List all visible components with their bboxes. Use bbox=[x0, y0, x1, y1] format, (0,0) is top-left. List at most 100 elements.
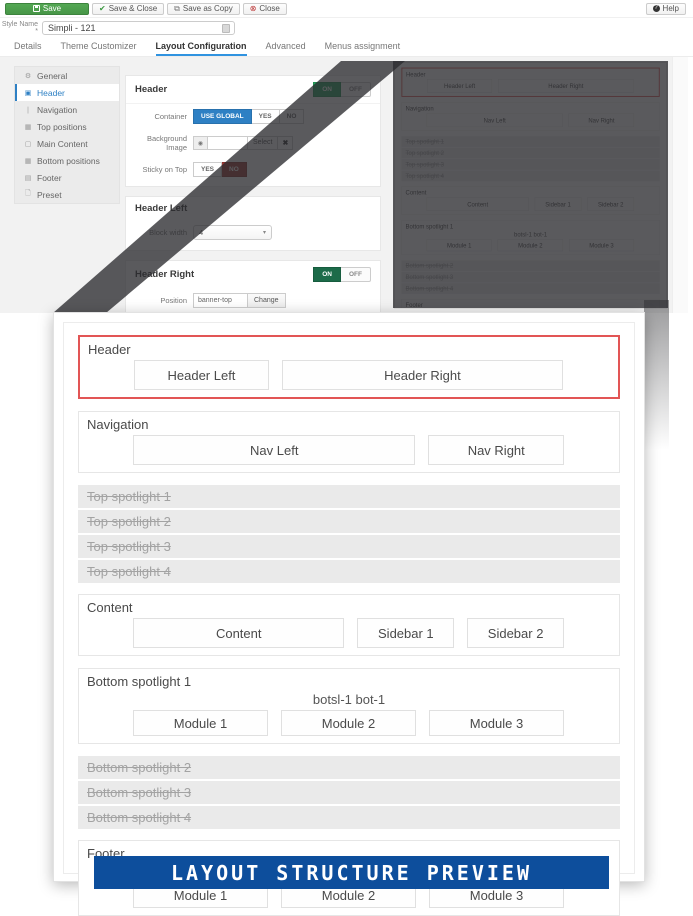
preview-box-row: ContentSidebar 1Sidebar 2 bbox=[133, 618, 564, 648]
magnifier-source-overlay bbox=[393, 61, 668, 308]
header-right-card-title: Header Right bbox=[135, 269, 194, 280]
config-panel: Header ON OFF Container USE GLOBAL YES N… bbox=[125, 75, 381, 351]
chevron-down-icon: ▾ bbox=[263, 229, 266, 236]
style-name-value: Simpli - 121 bbox=[48, 23, 96, 33]
grid-icon: ▦ bbox=[24, 123, 32, 131]
sidebar-item-label: Navigation bbox=[37, 105, 77, 115]
preview-section-label: Bottom spotlight 1 bbox=[87, 674, 611, 689]
preview-section-navigation: Navigation Nav Left Nav Right bbox=[78, 411, 620, 473]
layout-preview-panel: HeaderHeader LeftHeader RightNavigationN… bbox=[53, 312, 645, 882]
header-on-button[interactable]: ON bbox=[313, 82, 341, 97]
preview-section-label: Header bbox=[88, 342, 610, 357]
block-width-label: Block width bbox=[135, 228, 193, 237]
sidebar-item-top-positions[interactable]: ▦ Top positions bbox=[15, 118, 119, 135]
navigation-icon: ∣ bbox=[24, 106, 32, 114]
settings-sidebar: ⚙ General ▣Header ∣ Navigation ▦ Top positions… bbox=[14, 66, 120, 204]
header-card-title: Header bbox=[135, 84, 167, 95]
grid-icon: ▦ bbox=[24, 157, 32, 165]
preview-disabled-position: Top spotlight 3 bbox=[78, 535, 620, 558]
sticky-no-button[interactable]: NO bbox=[222, 162, 247, 177]
copy-icon: ⧉ bbox=[174, 4, 180, 14]
tab-details[interactable]: Details bbox=[14, 41, 42, 56]
footer-icon: ▤ bbox=[24, 174, 32, 182]
header-section-card: Header ON OFF Container USE GLOBAL YES N… bbox=[125, 75, 381, 187]
sidebar-item-navigation[interactable]: ∣ Navigation bbox=[15, 101, 119, 118]
gear-icon: ⚙ bbox=[24, 72, 32, 80]
preview-box-module-3: Module 3 bbox=[429, 710, 564, 736]
position-input[interactable]: banner-top bbox=[193, 293, 248, 308]
preview-banner: LAYOUT STRUCTURE PREVIEW bbox=[94, 856, 609, 889]
header-off-button[interactable]: OFF bbox=[341, 82, 371, 97]
container-yes-button[interactable]: YES bbox=[252, 109, 280, 124]
scrollbar-track[interactable] bbox=[672, 57, 688, 313]
preview-section-label: Navigation bbox=[87, 417, 611, 432]
sidebar-item-header[interactable]: ▣Header bbox=[15, 84, 119, 101]
position-change-button[interactable]: Change bbox=[248, 293, 286, 308]
style-name-input[interactable]: Simpli - 121 bbox=[42, 21, 235, 35]
sticky-label: Sticky on Top bbox=[135, 165, 193, 174]
sidebar-item-footer[interactable]: ▤ Footer bbox=[15, 169, 119, 186]
header-left-card: Header Left Block width 4 ▾ bbox=[125, 196, 381, 251]
background-image-label: Background Image bbox=[135, 134, 193, 152]
preview-box-row: Header LeftHeader Right bbox=[134, 360, 563, 390]
preview-box-content: Content bbox=[133, 618, 344, 648]
preview-box-nav-left: Nav Left bbox=[133, 435, 415, 465]
background-image-field: ◉ Select ✖ bbox=[193, 136, 293, 150]
save-button[interactable]: Save bbox=[5, 3, 89, 15]
sidebar-item-bottom-positions[interactable]: ▦ Bottom positions bbox=[15, 152, 119, 169]
sidebar-item-label: General bbox=[37, 71, 67, 81]
preview-box-row: Nav Left Nav Right bbox=[133, 435, 564, 465]
preview-disabled-position: Top spotlight 2 bbox=[78, 510, 620, 533]
preview-disabled-position: Bottom spotlight 3 bbox=[78, 781, 620, 804]
header-right-off-button[interactable]: OFF bbox=[341, 267, 371, 282]
sticky-yes-button[interactable]: YES bbox=[193, 162, 222, 177]
preview-box-header-left: Header Left bbox=[134, 360, 269, 390]
block-width-select[interactable]: 4 ▾ bbox=[193, 225, 272, 240]
help-button[interactable]: ?Help bbox=[646, 3, 686, 15]
sidebar-item-preset[interactable]: 🗋 Preset bbox=[15, 186, 119, 203]
header-right-toggle: ON OFF bbox=[313, 267, 371, 282]
sidebar-item-general[interactable]: ⚙ General bbox=[15, 67, 119, 84]
save-copy-button[interactable]: ⧉Save as Copy bbox=[167, 3, 240, 15]
tab-layout-configuration[interactable]: Layout Configuration bbox=[156, 41, 247, 56]
container-label: Container bbox=[135, 112, 193, 121]
style-name-row: Style Name * Simpli - 121 bbox=[0, 18, 693, 37]
sidebar-item-label: Top positions bbox=[37, 122, 87, 132]
preview-section-label: Content bbox=[87, 600, 611, 615]
tab-theme-customizer[interactable]: Theme Customizer bbox=[61, 41, 137, 56]
tab-bar: Details Theme Customizer Layout Configurat… bbox=[0, 37, 693, 57]
block-width-value: 4 bbox=[199, 228, 203, 237]
layout-icon: ▢ bbox=[24, 140, 32, 148]
background-image-input[interactable] bbox=[208, 136, 248, 150]
preview-disabled-position: Top spotlight 4 bbox=[78, 560, 620, 583]
preview-box-row: Module 1 Module 2 Module 3 bbox=[133, 710, 564, 736]
container-use-global-button[interactable]: USE GLOBAL bbox=[193, 109, 252, 124]
sidebar-item-main-content[interactable]: ▢Main Content bbox=[15, 135, 119, 152]
preview-box-nav-right: Nav Right bbox=[428, 435, 564, 465]
sticky-button-group: YES NO bbox=[193, 162, 247, 177]
sidebar-item-label: Preset bbox=[37, 190, 62, 200]
background-clear-button[interactable]: ✖ bbox=[278, 136, 293, 150]
preview-box-module-1: Module 1 bbox=[133, 710, 268, 736]
save-close-button[interactable]: ✔Save & Close bbox=[92, 3, 164, 15]
container-no-button[interactable]: NO bbox=[280, 109, 305, 124]
background-select-button[interactable]: Select bbox=[248, 136, 278, 150]
eye-icon: ◉ bbox=[193, 136, 208, 150]
preview-section-bottom-spotlight-1: Bottom spotlight 1botsl-1 bot-1Module 1M… bbox=[78, 668, 620, 744]
preview-box-sidebar-1: Sidebar 1 bbox=[357, 618, 454, 648]
header-left-card-title: Header Left bbox=[135, 203, 187, 214]
sidebar-item-label: Bottom positions bbox=[37, 156, 100, 166]
toolbar: Save ✔Save & Close ⧉Save as Copy ⊗Close … bbox=[0, 0, 693, 18]
close-button[interactable]: ⊗Close bbox=[243, 3, 287, 15]
style-name-label: Style Name * bbox=[0, 21, 42, 35]
tab-advanced[interactable]: Advanced bbox=[266, 41, 306, 56]
tab-menus-assignment[interactable]: Menus assignment bbox=[325, 41, 401, 56]
preview-box-module-2: Module 2 bbox=[281, 710, 416, 736]
preview-disabled-position: Bottom spotlight 4 bbox=[78, 806, 620, 829]
header-right-on-button[interactable]: ON bbox=[313, 267, 341, 282]
sidebar-item-label: Footer bbox=[37, 173, 62, 183]
file-icon: 🗋 bbox=[24, 189, 32, 200]
input-addon-icon bbox=[222, 24, 230, 33]
preview-section-content: ContentContentSidebar 1Sidebar 2 bbox=[78, 594, 620, 656]
container-button-group: USE GLOBAL YES NO bbox=[193, 109, 304, 124]
